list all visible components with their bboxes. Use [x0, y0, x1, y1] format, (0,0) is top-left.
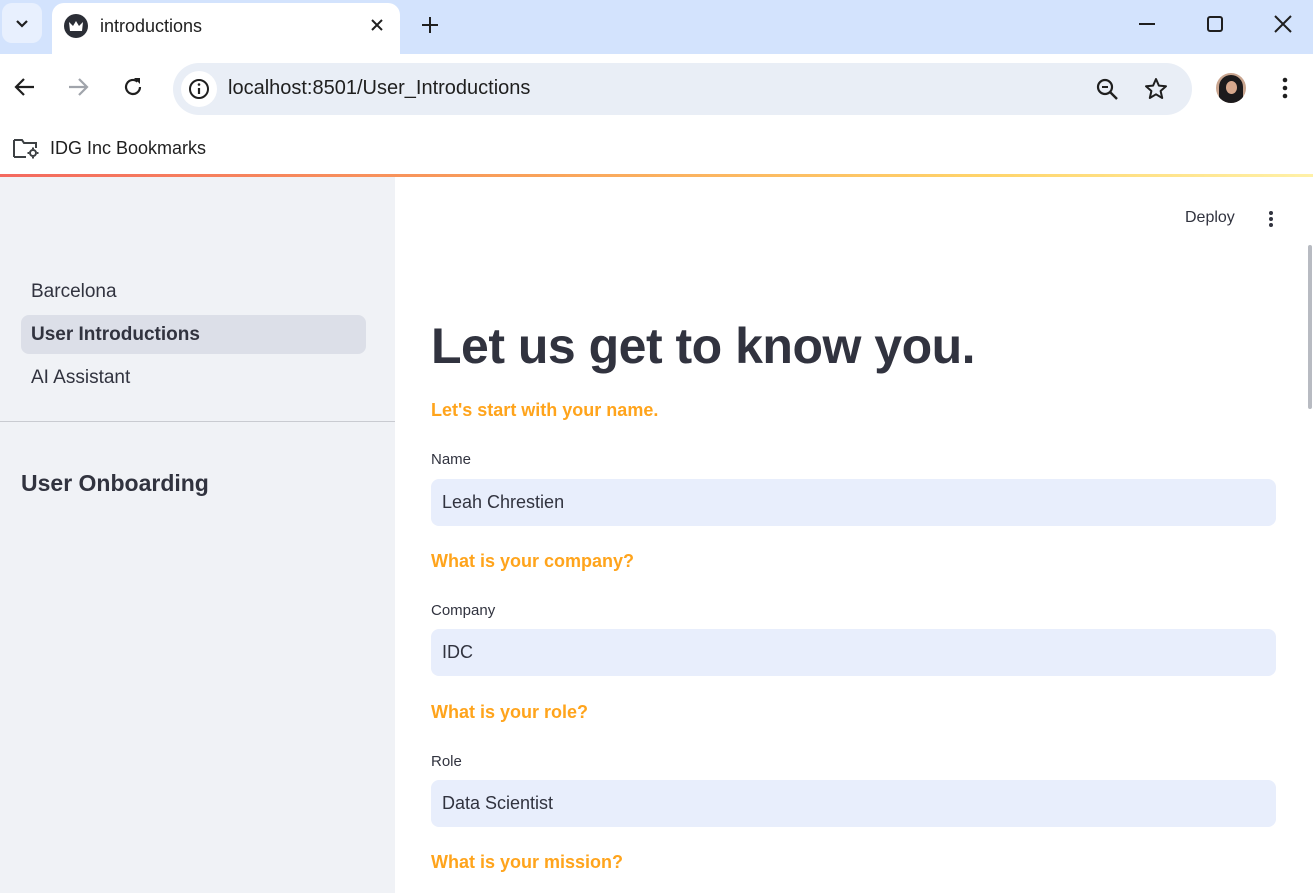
tab-search-button[interactable] — [2, 3, 42, 43]
bookmark-folder-label: IDG Inc Bookmarks — [50, 137, 207, 158]
sidebar-item-ai-assistant[interactable]: AI Assistant — [21, 358, 366, 397]
maximize-icon[interactable] — [1199, 8, 1231, 40]
page-title: Let us get to know you. — [431, 318, 976, 374]
more-vert-icon[interactable] — [1270, 73, 1300, 103]
sidebar-item-barcelona[interactable]: Barcelona — [21, 272, 366, 311]
role-input[interactable] — [431, 780, 1276, 827]
tab-strip: introductions — [0, 0, 1313, 54]
active-tab[interactable]: introductions — [52, 3, 400, 54]
company-label: Company — [431, 602, 496, 619]
bookmark-folder[interactable]: IDG Inc Bookmarks — [12, 133, 206, 163]
plus-icon[interactable] — [414, 9, 446, 41]
info-icon[interactable] — [181, 71, 217, 107]
browser-toolbar: localhost:8501/User_Introductions — [0, 54, 1313, 124]
mission-subheader: What is your mission? — [431, 852, 624, 872]
profile-avatar[interactable] — [1216, 73, 1246, 103]
name-label: Name — [431, 451, 472, 468]
sidebar-item-label: AI Assistant — [31, 366, 131, 388]
main-content: Deploy Let us get to know you. Let's sta… — [395, 177, 1313, 893]
reload-icon[interactable] — [116, 70, 150, 104]
close-icon[interactable] — [366, 14, 388, 36]
streamlit-crown-icon — [64, 14, 88, 38]
sidebar-section-heading: User Onboarding — [21, 470, 209, 496]
sidebar: Barcelona User Introductions AI Assistan… — [0, 177, 395, 893]
scrollbar[interactable] — [1308, 245, 1312, 409]
role-label: Role — [431, 753, 462, 770]
sidebar-item-user-introductions[interactable]: User Introductions — [21, 315, 366, 354]
forward-icon[interactable] — [61, 70, 95, 104]
folder-settings-icon — [13, 139, 39, 159]
company-subheader: What is your company? — [431, 551, 635, 571]
name-input[interactable] — [431, 479, 1276, 526]
bookmarks-bar: IDG Inc Bookmarks — [0, 124, 1313, 174]
sidebar-item-label: Barcelona — [31, 280, 117, 302]
minimize-icon[interactable] — [1131, 8, 1163, 40]
deploy-button[interactable]: Deploy — [1185, 209, 1235, 227]
tab-search-icon — [16, 20, 28, 28]
sidebar-item-label: User Introductions — [31, 323, 200, 345]
tab-title: introductions — [100, 16, 203, 36]
name-subheader: Let's start with your name. — [431, 400, 659, 420]
url-text[interactable]: localhost:8501/User_Introductions — [228, 77, 530, 100]
company-input[interactable] — [431, 629, 1276, 676]
star-icon[interactable] — [1142, 75, 1170, 103]
address-bar[interactable]: localhost:8501/User_Introductions — [173, 63, 1192, 115]
back-icon[interactable] — [8, 70, 42, 104]
sidebar-divider — [0, 421, 395, 422]
role-subheader: What is your role? — [431, 702, 589, 722]
window-close-icon[interactable] — [1267, 8, 1299, 40]
zoom-icon[interactable] — [1093, 75, 1121, 103]
kebab-icon[interactable] — [1261, 208, 1281, 230]
